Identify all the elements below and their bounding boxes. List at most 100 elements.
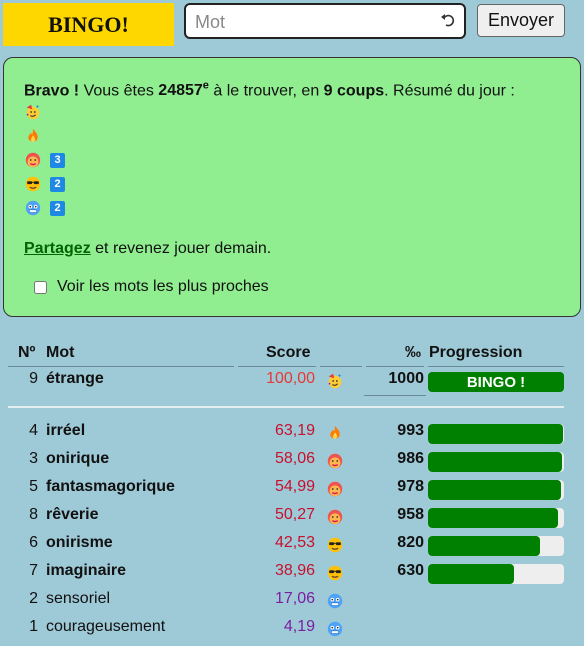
progress-bar bbox=[428, 452, 564, 472]
winner-underline bbox=[364, 395, 426, 396]
guess-word: onirique bbox=[46, 450, 110, 467]
party-face-icon bbox=[326, 372, 344, 390]
cold-face-icon bbox=[24, 199, 42, 217]
share-text: et revenez jouer demain. bbox=[90, 240, 272, 257]
guess-score: 17,06 bbox=[274, 590, 315, 607]
header-divider bbox=[238, 366, 316, 367]
guess-permil: 993 bbox=[397, 422, 424, 439]
guess-number: 1 bbox=[29, 618, 38, 635]
header-divider bbox=[428, 366, 564, 367]
table-row: 6 onirisme 42,53 820 bbox=[0, 534, 584, 558]
header-divider bbox=[320, 366, 362, 367]
closest-words-label: Voir les mots les plus proches bbox=[57, 278, 269, 295]
guess-score: 58,06 bbox=[274, 450, 315, 467]
hot-face-icon bbox=[326, 452, 344, 470]
summary-row-4: 2 bbox=[24, 174, 65, 194]
guess-word: fantasmagorique bbox=[46, 478, 175, 495]
guess-word: rêverie bbox=[46, 506, 99, 523]
word-input[interactable] bbox=[193, 6, 437, 38]
progress-bar bbox=[428, 564, 564, 584]
sunglasses-face-icon bbox=[326, 564, 344, 582]
guess-number: 9 bbox=[29, 370, 38, 387]
guess-score: 63,19 bbox=[274, 422, 315, 439]
sunglasses-face-icon bbox=[326, 536, 344, 554]
closest-words-checkbox[interactable] bbox=[34, 280, 47, 294]
hot-face-icon bbox=[326, 508, 344, 526]
summary-count-badge: 3 bbox=[50, 152, 65, 168]
guess-word: courageusement bbox=[46, 618, 166, 635]
guess-score: 42,53 bbox=[274, 534, 315, 551]
table-row: 7 imaginaire 38,96 630 bbox=[0, 562, 584, 586]
tries-count: 9 coups bbox=[323, 82, 385, 100]
header-progress: Progression bbox=[429, 344, 523, 361]
guess-number: 5 bbox=[29, 478, 38, 495]
progress-fill bbox=[428, 564, 514, 584]
progress-bar bbox=[428, 536, 564, 556]
result-text-1: Vous êtes bbox=[79, 82, 159, 100]
result-text-3: . Résumé du jour : bbox=[384, 82, 515, 100]
guess-number: 4 bbox=[29, 422, 38, 439]
summary-row-5: 2 bbox=[24, 198, 65, 218]
guess-word: imaginaire bbox=[46, 562, 127, 579]
header-divider bbox=[8, 366, 234, 367]
rank-value: 24857e bbox=[158, 80, 209, 99]
progress-fill bbox=[428, 508, 559, 528]
header-permil: ‰ bbox=[405, 344, 421, 361]
share-line: Partagez et revenez jouer demain. bbox=[24, 240, 271, 258]
table-row: 3 onirique 58,06 986 bbox=[0, 450, 584, 474]
guess-number: 3 bbox=[29, 450, 38, 467]
result-text-2: à le trouver, en bbox=[208, 82, 324, 100]
progress-fill bbox=[428, 424, 564, 444]
result-message: Bravo ! Vous êtes 24857e à le trouver, e… bbox=[24, 80, 515, 100]
guess-permil: 630 bbox=[397, 562, 424, 579]
bingo-progress-bar: BINGO ! bbox=[428, 372, 564, 392]
winner-separator bbox=[8, 406, 564, 408]
header-num: Nº bbox=[18, 344, 36, 361]
guess-number: 6 bbox=[29, 534, 38, 551]
progress-fill bbox=[428, 536, 540, 556]
table-row: 5 fantasmagorique 54,99 978 bbox=[0, 478, 584, 502]
share-link[interactable]: Partagez bbox=[24, 240, 91, 257]
guess-permil: 1000 bbox=[388, 370, 424, 387]
summary-count-badge: 2 bbox=[50, 176, 65, 192]
guess-word: onirisme bbox=[46, 534, 113, 551]
guess-score: 54,99 bbox=[274, 478, 315, 495]
word-input-field[interactable] bbox=[184, 3, 466, 39]
guess-word: étrange bbox=[46, 370, 104, 387]
winner-row: 9 étrange 100,00 1000 BINGO ! bbox=[0, 370, 584, 394]
send-button[interactable]: Envoyer bbox=[477, 4, 565, 37]
summary-row-2 bbox=[24, 126, 42, 146]
header-score: Score bbox=[266, 344, 311, 361]
guess-number: 2 bbox=[29, 590, 38, 607]
progress-fill bbox=[428, 480, 561, 500]
guess-number: 7 bbox=[29, 562, 38, 579]
guess-permil: 978 bbox=[397, 478, 424, 495]
bravo-text: Bravo ! bbox=[24, 82, 80, 100]
guess-score: 100,00 bbox=[266, 370, 315, 387]
cold-face-icon bbox=[326, 620, 344, 638]
guess-permil: 958 bbox=[397, 506, 424, 523]
progress-bar bbox=[428, 508, 564, 528]
result-panel: Bravo ! Vous êtes 24857e à le trouver, e… bbox=[3, 57, 581, 317]
guess-word: irréel bbox=[46, 422, 86, 439]
guess-score: 4,19 bbox=[283, 618, 315, 635]
table-row: 2 sensoriel 17,06 bbox=[0, 590, 584, 614]
cold-face-icon bbox=[326, 592, 344, 610]
undo-icon[interactable] bbox=[440, 12, 456, 28]
top-bar: BINGO! Envoyer bbox=[0, 0, 584, 50]
progress-bar bbox=[428, 424, 564, 444]
summary-count-badge: 2 bbox=[50, 200, 65, 216]
header-word: Mot bbox=[46, 344, 75, 361]
summary-row-3: 3 bbox=[24, 150, 65, 170]
fire-icon bbox=[326, 424, 344, 442]
guess-score: 50,27 bbox=[274, 506, 315, 523]
guess-number: 8 bbox=[29, 506, 38, 523]
summary-row-1 bbox=[24, 102, 42, 122]
party-face-icon bbox=[24, 103, 42, 121]
table-row: 8 rêverie 50,27 958 bbox=[0, 506, 584, 530]
closest-words-toggle[interactable]: Voir les mots les plus proches bbox=[34, 278, 269, 296]
progress-bar bbox=[428, 480, 564, 500]
guess-permil: 986 bbox=[397, 450, 424, 467]
fire-icon bbox=[24, 127, 42, 145]
guess-permil: 820 bbox=[397, 534, 424, 551]
